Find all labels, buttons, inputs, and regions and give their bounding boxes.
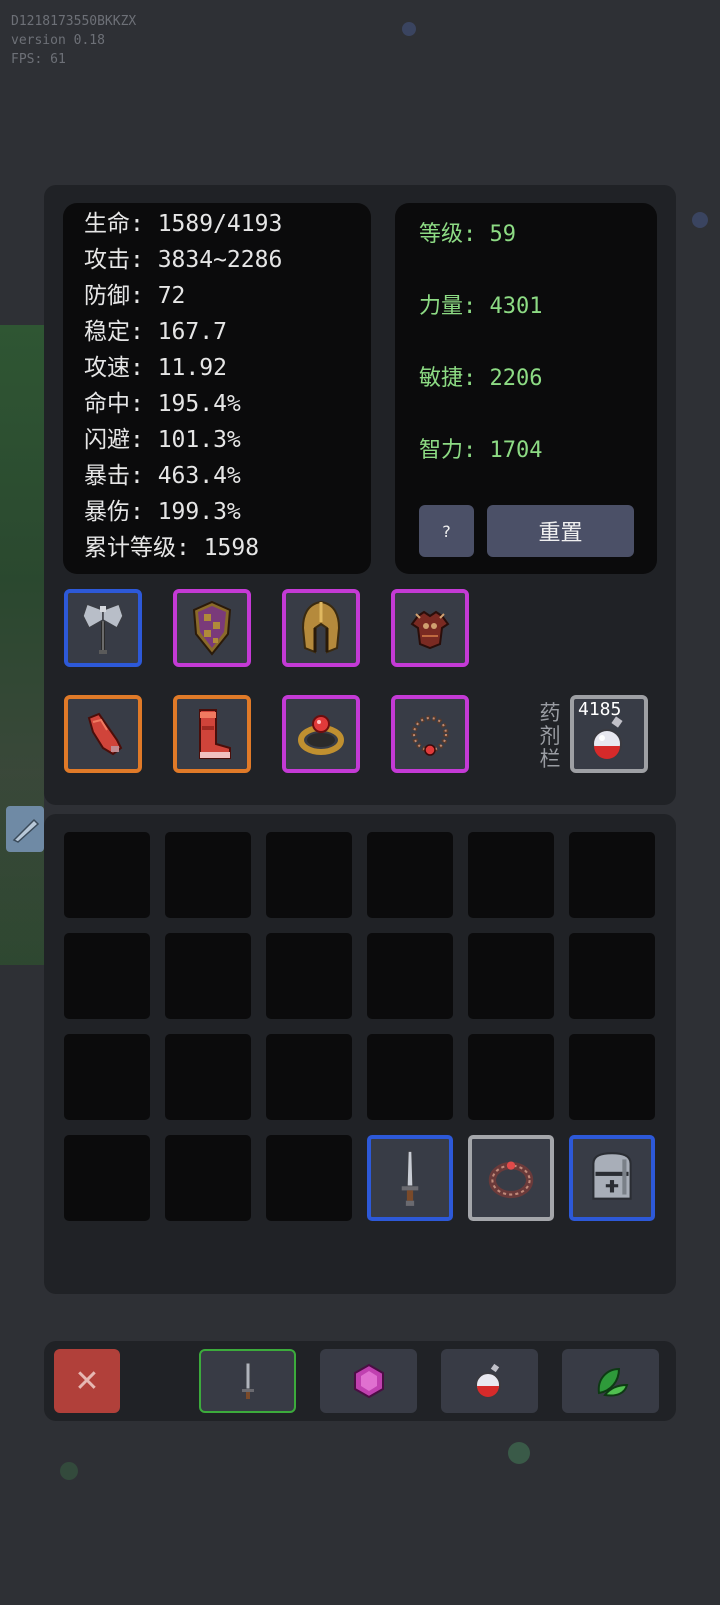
inventory-slot[interactable] xyxy=(367,1034,453,1120)
attr-intelligence: 智力: 1704 xyxy=(419,438,543,463)
equip-slot-armor[interactable] xyxy=(391,589,469,667)
debug-info: D1218173550BKKZX version 0.18 FPS: 61 xyxy=(11,12,136,69)
stat-accuracy: 命中: 195.4% xyxy=(84,391,241,417)
stat-total-level: 累计等级: 1598 xyxy=(84,535,260,561)
inventory-slot[interactable] xyxy=(266,1135,352,1221)
attr-strength: 力量: 4301 xyxy=(419,294,543,319)
inventory-slot[interactable] xyxy=(64,1034,150,1120)
combat-stats-box: 生命: 1589/4193 攻击: 3834~2286 防御: 72 稳定: 1… xyxy=(63,203,371,574)
green-leaf-icon xyxy=(597,1367,628,1397)
filter-weapon-button[interactable] xyxy=(199,1349,296,1413)
close-button[interactable]: ✕ xyxy=(54,1349,120,1413)
inventory-slot[interactable] xyxy=(266,933,352,1019)
potion-icon xyxy=(474,1363,501,1398)
stat-dodge: 闪避: 101.3% xyxy=(84,427,241,453)
inventory-slot[interactable] xyxy=(64,933,150,1019)
filter-herb-button[interactable] xyxy=(562,1349,659,1413)
equip-slot-boots[interactable] xyxy=(173,695,251,773)
ring-icon xyxy=(488,1161,534,1199)
equip-slot-shield[interactable] xyxy=(173,589,251,667)
inventory-item-ring[interactable] xyxy=(468,1135,554,1221)
character-panel: 生命: 1589/4193 攻击: 3834~2286 防御: 72 稳定: 1… xyxy=(44,185,676,805)
equip-slot-weapon[interactable] xyxy=(64,589,142,667)
inventory-slot[interactable] xyxy=(266,832,352,918)
red-boots-icon xyxy=(199,709,231,759)
inventory-slot[interactable] xyxy=(266,1034,352,1120)
stat-attack: 攻击: 3834~2286 xyxy=(84,247,283,273)
inventory-slot[interactable] xyxy=(569,832,655,918)
equip-slot-helmet[interactable] xyxy=(282,589,360,667)
debug-id: D1218173550BKKZX xyxy=(11,14,137,29)
inventory-slot[interactable] xyxy=(367,832,453,918)
potion-count: 4185 xyxy=(578,699,622,720)
inventory-slot[interactable] xyxy=(569,933,655,1019)
inventory-item-helmet[interactable] xyxy=(569,1135,655,1221)
stat-crit: 暴击: 463.4% xyxy=(84,463,241,489)
filter-gem-button[interactable] xyxy=(320,1349,417,1413)
background-particle xyxy=(692,212,708,228)
equip-slot-ring[interactable] xyxy=(282,695,360,773)
demon-armor-icon xyxy=(410,610,450,650)
inventory-slot[interactable] xyxy=(468,832,554,918)
reset-button[interactable]: 重置 xyxy=(487,505,634,557)
sword-icon xyxy=(401,1150,419,1206)
inventory-slot[interactable] xyxy=(64,832,150,918)
inventory-slot[interactable] xyxy=(165,1034,251,1120)
inventory-slot[interactable] xyxy=(569,1034,655,1120)
inventory-slot[interactable] xyxy=(468,1034,554,1120)
inventory-slot[interactable] xyxy=(64,1135,150,1221)
gold-ring-icon xyxy=(298,715,344,755)
knight-helmet-icon xyxy=(592,1152,632,1200)
side-tab-button[interactable] xyxy=(6,806,44,852)
attr-level: 等级: 59 xyxy=(419,222,516,247)
background-particle xyxy=(60,1462,78,1480)
spartan-helmet-icon xyxy=(301,600,341,654)
background-foliage xyxy=(0,325,44,965)
stat-defense: 防御: 72 xyxy=(84,283,186,309)
stat-stability: 稳定: 167.7 xyxy=(84,319,227,345)
red-gauntlet-icon xyxy=(87,712,123,756)
battle-axe-icon xyxy=(82,603,124,654)
inventory-panel xyxy=(44,814,676,1294)
equip-slot-gloves[interactable] xyxy=(64,695,142,773)
equip-slot-necklace[interactable] xyxy=(391,695,469,773)
stat-hp: 生命: 1589/4193 xyxy=(84,211,283,237)
stat-crit-damage: 暴伤: 199.3% xyxy=(84,499,241,525)
shield-icon xyxy=(192,600,232,656)
inventory-slot[interactable] xyxy=(165,832,251,918)
inventory-slot[interactable] xyxy=(367,933,453,1019)
dagger-icon xyxy=(241,1362,254,1399)
inventory-slot[interactable] xyxy=(165,1135,251,1221)
attributes-box: 等级: 59 力量: 4301 敏捷: 2206 智力: 1704 ? 重置 xyxy=(395,203,657,574)
background-particle xyxy=(508,1442,530,1464)
potion-slot[interactable]: 4185 xyxy=(570,695,648,773)
debug-version: version 0.18 xyxy=(11,33,105,48)
background-particle xyxy=(402,22,416,36)
feather-icon xyxy=(12,818,40,843)
inventory-item-sword[interactable] xyxy=(367,1135,453,1221)
inventory-slot[interactable] xyxy=(165,933,251,1019)
amulet-icon xyxy=(411,715,449,756)
attr-agility: 敏捷: 2206 xyxy=(419,366,543,391)
stat-attack-speed: 攻速: 11.92 xyxy=(84,355,227,381)
debug-fps: FPS: 61 xyxy=(11,52,66,67)
pink-gem-icon xyxy=(353,1363,384,1399)
potion-slot-label: 药剂栏 xyxy=(539,701,561,771)
help-button[interactable]: ? xyxy=(419,505,474,557)
filter-potion-button[interactable] xyxy=(441,1349,538,1413)
inventory-slot[interactable] xyxy=(468,933,554,1019)
